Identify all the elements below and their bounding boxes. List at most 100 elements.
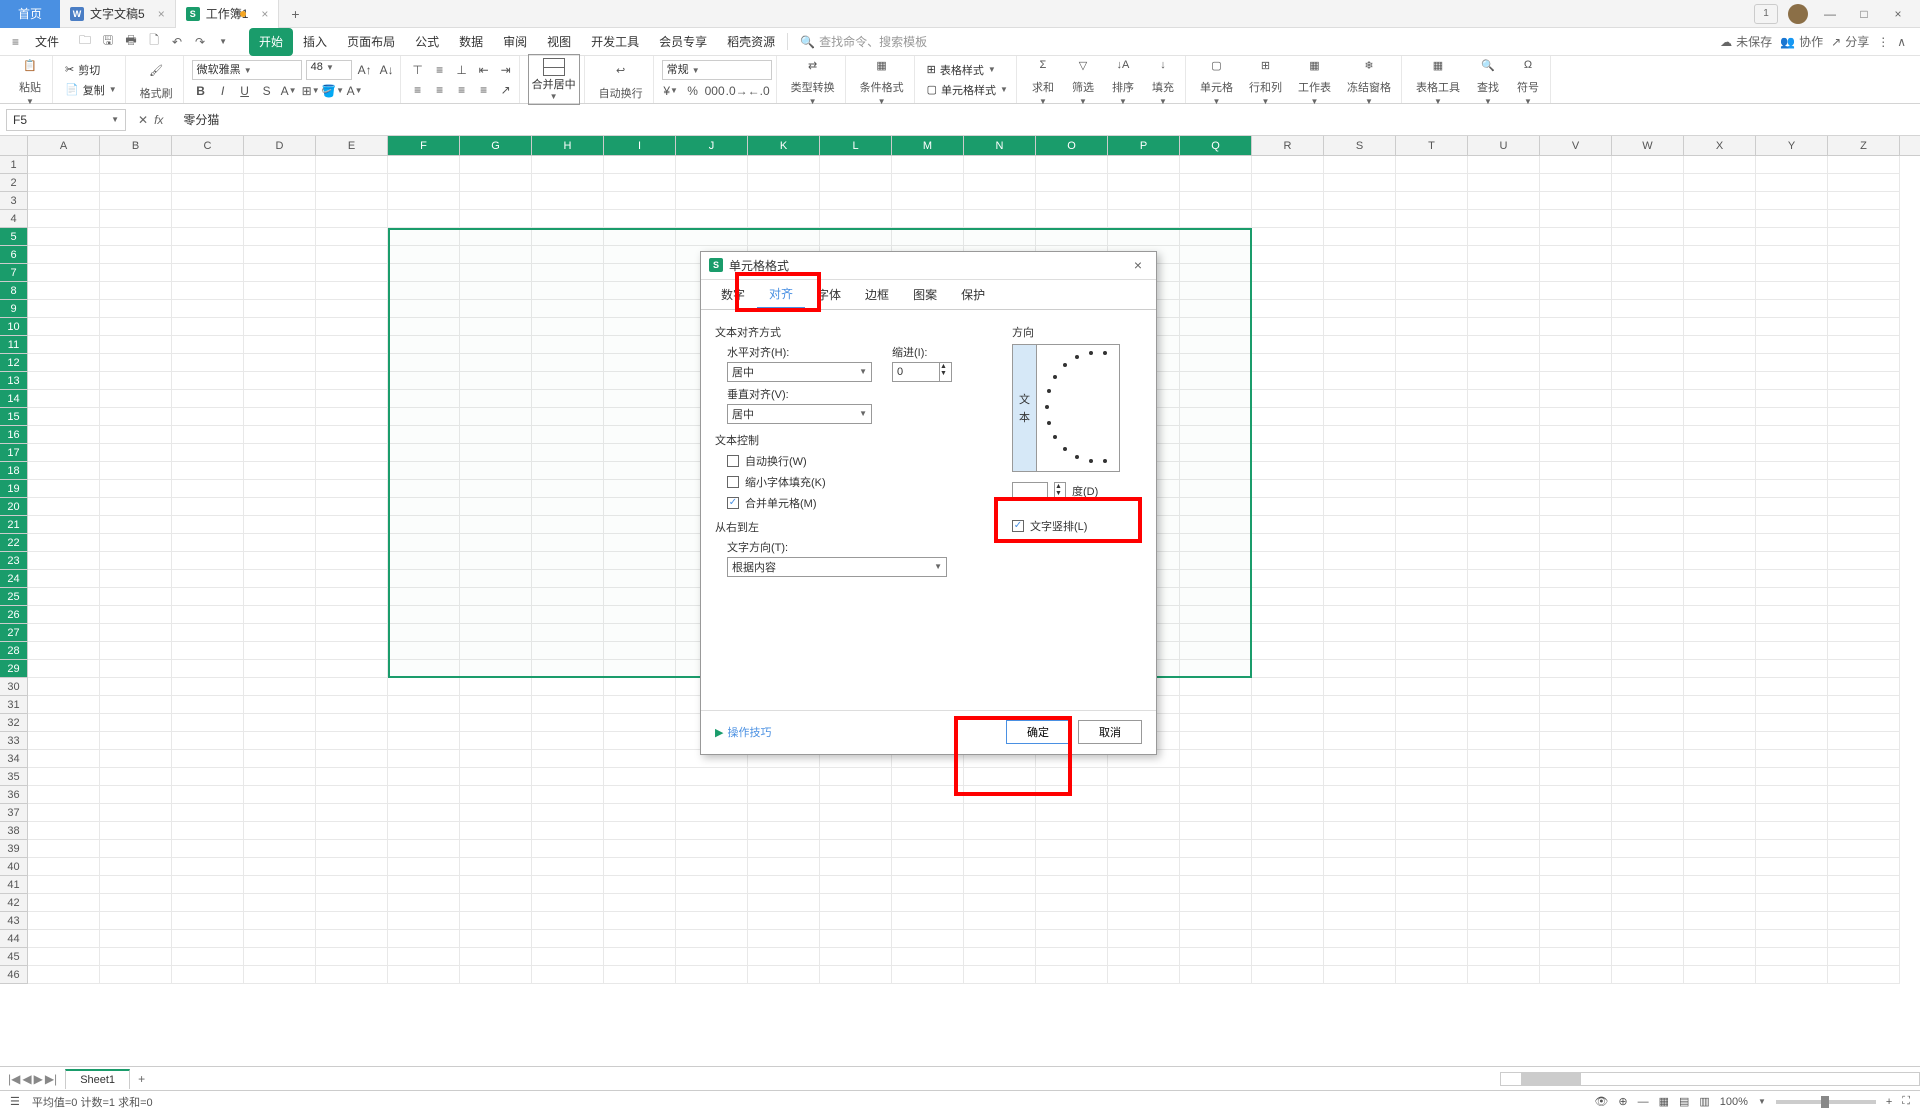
column-header[interactable]: P — [1108, 136, 1180, 155]
dialog-title-bar[interactable]: S 单元格格式 × — [701, 252, 1156, 280]
find-button[interactable]: 🔍查找▼ — [1470, 53, 1506, 106]
row-header[interactable]: 2 — [0, 174, 27, 192]
eye-icon[interactable]: 👁 — [1594, 1095, 1608, 1108]
column-header[interactable]: B — [100, 136, 172, 155]
column-header[interactable]: E — [316, 136, 388, 155]
row-header[interactable]: 10 — [0, 318, 27, 336]
column-header[interactable]: G — [460, 136, 532, 155]
share-button[interactable]: ↗分享 — [1831, 33, 1869, 50]
row-header[interactable]: 18 — [0, 462, 27, 480]
column-header[interactable]: I — [604, 136, 676, 155]
search-input[interactable]: 🔍 查找命令、搜索模板 — [787, 33, 927, 50]
collaborate-button[interactable]: 👥协作 — [1780, 33, 1823, 50]
copy-button[interactable]: 📄复制▼ — [61, 81, 121, 99]
row-header[interactable]: 15 — [0, 408, 27, 426]
undo-icon[interactable]: ↶ — [167, 32, 187, 52]
sheet-first-icon[interactable]: |◀ — [8, 1072, 20, 1086]
doc-tab-sheet[interactable]: S 工作簿1 × — [176, 0, 280, 28]
decimal-dec-icon[interactable]: ←.0 — [750, 82, 768, 100]
row-header[interactable]: 8 — [0, 282, 27, 300]
row-header[interactable]: 29 — [0, 660, 27, 678]
tab-data[interactable]: 数据 — [449, 28, 493, 56]
row-header[interactable]: 9 — [0, 300, 27, 318]
row-header[interactable]: 22 — [0, 534, 27, 552]
horizontal-scrollbar[interactable] — [1500, 1072, 1920, 1086]
column-header[interactable]: L — [820, 136, 892, 155]
row-header[interactable]: 31 — [0, 696, 27, 714]
column-header[interactable]: Q — [1180, 136, 1252, 155]
home-tab[interactable]: 首页 — [0, 0, 60, 28]
italic-button[interactable]: I — [214, 82, 232, 100]
close-icon[interactable]: × — [158, 7, 165, 21]
spin-up-icon[interactable]: ▲ — [940, 363, 951, 370]
increase-font-icon[interactable]: A↑ — [356, 61, 374, 79]
row-header[interactable]: 34 — [0, 750, 27, 768]
orientation-control[interactable]: 文本 — [1012, 344, 1120, 472]
column-header[interactable]: W — [1612, 136, 1684, 155]
new-tab-button[interactable]: + — [279, 6, 311, 22]
vertical-text-preview[interactable]: 文本 — [1013, 345, 1037, 471]
row-header[interactable]: 14 — [0, 390, 27, 408]
dialog-close-button[interactable]: × — [1128, 257, 1148, 273]
tab-review[interactable]: 审阅 — [493, 28, 537, 56]
tab-resource[interactable]: 稻壳资源 — [717, 28, 785, 56]
save-icon[interactable]: 🖫 — [98, 32, 118, 52]
row-header[interactable]: 16 — [0, 426, 27, 444]
tab-border[interactable]: 边框 — [853, 280, 901, 309]
wrap-text-checkbox[interactable]: 自动换行(W) — [727, 453, 982, 469]
align-right-icon[interactable]: ≡ — [453, 81, 471, 99]
row-header[interactable]: 44 — [0, 930, 27, 948]
tab-number[interactable]: 数字 — [709, 280, 757, 309]
close-button[interactable]: × — [1886, 4, 1910, 24]
row-header[interactable]: 41 — [0, 876, 27, 894]
column-header[interactable]: R — [1252, 136, 1324, 155]
tab-insert[interactable]: 插入 — [293, 28, 337, 56]
column-header[interactable]: O — [1036, 136, 1108, 155]
cell-style-button[interactable]: ▢单元格样式▼ — [923, 81, 1012, 99]
row-header[interactable]: 40 — [0, 858, 27, 876]
column-header[interactable]: F — [388, 136, 460, 155]
close-icon[interactable]: × — [261, 7, 268, 21]
row-header[interactable]: 12 — [0, 354, 27, 372]
ok-button[interactable]: 确定 — [1006, 720, 1070, 744]
merge-center-button[interactable]: 合并居中▼ — [528, 54, 580, 105]
cut-button[interactable]: ✂剪切 — [61, 61, 121, 79]
spin-up-icon[interactable]: ▲ — [1055, 483, 1065, 490]
tab-formula[interactable]: 公式 — [405, 28, 449, 56]
zoom-dropdown-icon[interactable]: ▼ — [1758, 1097, 1766, 1106]
orientation-icon[interactable]: ↗ — [497, 81, 515, 99]
row-header[interactable]: 3 — [0, 192, 27, 210]
row-header[interactable]: 28 — [0, 642, 27, 660]
avatar[interactable] — [1788, 4, 1808, 24]
number-format-combo[interactable]: 常规 ▼ — [662, 60, 772, 80]
tab-font[interactable]: 字体 — [805, 280, 853, 309]
font-size-combo[interactable]: 48 ▼ — [306, 60, 352, 80]
file-menu[interactable]: 文件 — [27, 33, 67, 50]
tab-align[interactable]: 对齐 — [757, 280, 805, 309]
fill-color-button[interactable]: 🪣▼ — [324, 82, 342, 100]
zoom-slider[interactable] — [1776, 1100, 1876, 1104]
table-tools-button[interactable]: ▦表格工具▼ — [1410, 53, 1466, 106]
table-style-button[interactable]: ⊞表格样式▼ — [923, 61, 1012, 79]
sum-button[interactable]: Σ求和▼ — [1025, 53, 1061, 106]
row-header[interactable]: 11 — [0, 336, 27, 354]
sheet-tab-1[interactable]: Sheet1 — [65, 1069, 130, 1089]
column-header[interactable]: K — [748, 136, 820, 155]
tab-dev[interactable]: 开发工具 — [581, 28, 649, 56]
view-normal-icon[interactable]: ▦ — [1659, 1095, 1669, 1108]
row-header[interactable]: 26 — [0, 606, 27, 624]
row-header[interactable]: 35 — [0, 768, 27, 786]
row-header[interactable]: 45 — [0, 948, 27, 966]
thousand-icon[interactable]: 000 — [706, 82, 724, 100]
tab-view[interactable]: 视图 — [537, 28, 581, 56]
column-header[interactable]: C — [172, 136, 244, 155]
column-header[interactable]: N — [964, 136, 1036, 155]
font-combo[interactable]: 微软雅黑 ▼ — [192, 60, 302, 80]
tab-member[interactable]: 会员专享 — [649, 28, 717, 56]
column-header[interactable]: Z — [1828, 136, 1900, 155]
fullscreen-icon[interactable]: ⛶ — [1902, 1095, 1910, 1108]
qat-dropdown-icon[interactable]: ▼ — [213, 32, 233, 52]
sort-button[interactable]: ↓A排序▼ — [1105, 53, 1141, 106]
row-header[interactable]: 5 — [0, 228, 27, 246]
column-header[interactable]: S — [1324, 136, 1396, 155]
